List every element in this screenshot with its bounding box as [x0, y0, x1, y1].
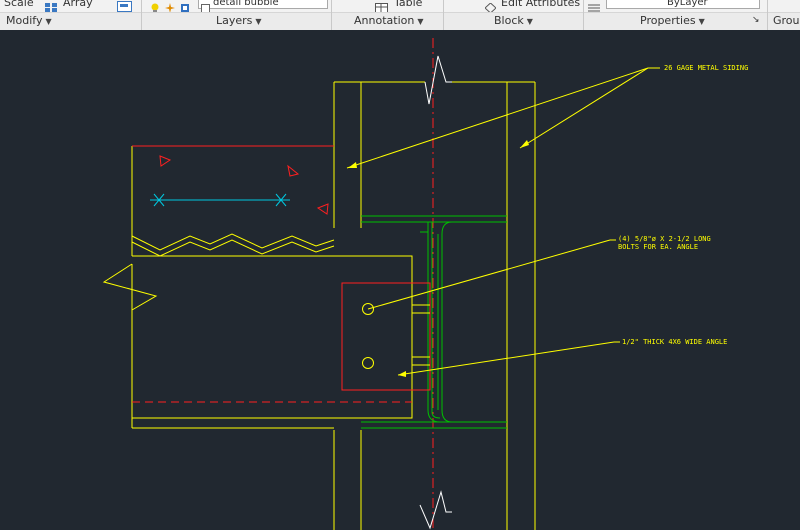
lineweight-combo[interactable]: ByLayer [606, 0, 760, 9]
bolts-note-line2[interactable]: BOLTS FOR EA. ANGLE [618, 243, 698, 251]
block-panel-label[interactable]: Block ▼ [494, 14, 533, 27]
ribbon-top-row: Scale Array detail bubble Table Edit Att… [0, 0, 800, 29]
canvas-background [0, 30, 800, 530]
layer-swatch-icon [201, 0, 210, 13]
table-icon[interactable] [375, 0, 388, 13]
drawing-canvas[interactable]: 26 GAGE METAL SIDING (4) 5/8"ø X 2-1/2 L… [0, 30, 800, 530]
line-weight-icon[interactable] [588, 0, 600, 12]
bolts-note-line1[interactable]: (4) 5/8"ø X 2-1/2 LONG [618, 235, 711, 243]
layer-combo[interactable]: detail bubble [198, 0, 328, 9]
angle-note[interactable]: 1/2" THICK 4X6 WIDE ANGLE [622, 338, 727, 346]
table-tool-label[interactable]: Table [394, 0, 422, 9]
groups-panel-label[interactable]: Group [773, 14, 800, 27]
panel-separator [767, 1, 768, 30]
layers-panel-label[interactable]: Layers ▼ [216, 14, 262, 27]
sun-freeze-icon[interactable] [165, 0, 175, 13]
lineweight-combo-value: ByLayer [667, 0, 708, 8]
layer-lock-icon[interactable] [180, 0, 190, 12]
properties-panel-label[interactable]: Properties ▼ [640, 14, 705, 27]
caret-down-icon: ▼ [526, 17, 533, 26]
caret-down-icon: ▼ [698, 17, 705, 26]
lightbulb-icon[interactable] [150, 0, 160, 13]
panel-separator [443, 1, 444, 30]
array-tool-label[interactable]: Array [63, 0, 93, 9]
edit-attributes-icon[interactable] [484, 0, 497, 14]
panel-separator [583, 1, 584, 30]
properties-dialog-launcher-icon[interactable]: ↘ [752, 15, 760, 25]
caret-down-icon: ▼ [45, 17, 52, 26]
ribbon: Scale Array detail bubble Table Edit Att… [0, 0, 800, 30]
modify-panel-label[interactable]: Modify ▼ [6, 14, 52, 27]
layer-combo-value: detail bubble [213, 0, 279, 8]
array-icon[interactable] [45, 0, 59, 12]
annotation-panel-label[interactable]: Annotation ▼ [354, 14, 423, 27]
ribbon-panel-labels: Modify ▼ Layers ▼ Annotation ▼ Block ▼ Prope… [0, 1, 800, 30]
cad-drawing[interactable]: 26 GAGE METAL SIDING (4) 5/8"ø X 2-1/2 L… [0, 30, 800, 530]
panel-separator [141, 1, 142, 30]
selection-icon[interactable] [117, 0, 132, 12]
scale-tool-label[interactable]: Scale [4, 0, 34, 9]
caret-down-icon: ▼ [417, 17, 424, 26]
edit-attributes-label[interactable]: Edit Attributes [501, 0, 580, 9]
siding-note[interactable]: 26 GAGE METAL SIDING [664, 64, 748, 72]
caret-down-icon: ▼ [255, 17, 262, 26]
panel-separator [331, 1, 332, 30]
